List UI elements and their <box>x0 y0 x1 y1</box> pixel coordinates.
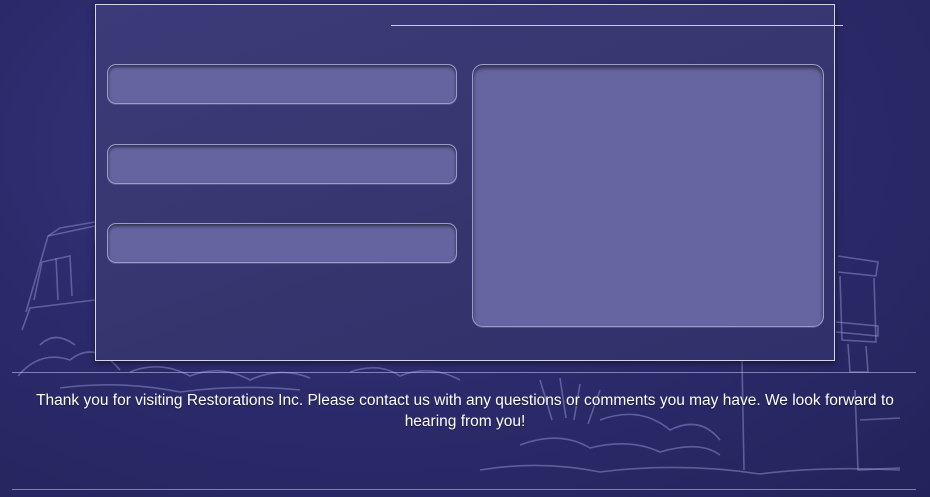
phone-field[interactable] <box>107 223 457 263</box>
panel-divider-line <box>391 25 843 26</box>
name-field[interactable] <box>107 64 457 104</box>
footer-bottom-divider <box>12 489 916 490</box>
email-field[interactable] <box>107 144 457 184</box>
contact-form-panel <box>95 4 843 361</box>
message-textarea[interactable] <box>472 64 824 327</box>
page: { "footer": { "message": "Thank you for … <box>0 0 930 497</box>
footer-message: Thank you for visiting Restorations Inc.… <box>36 392 894 430</box>
footer-top-divider <box>12 372 916 373</box>
